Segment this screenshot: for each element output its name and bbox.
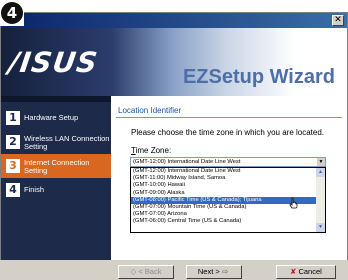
- instruction-text: Please choose the time zone in which you…: [131, 128, 325, 137]
- step-wireless-lan[interactable]: 2 Wireless LAN Connection Setting: [1, 130, 111, 154]
- step-label: Wireless LAN Connection Setting: [24, 134, 110, 151]
- scroll-down-icon[interactable]: ▼: [316, 223, 325, 232]
- time-zone-option[interactable]: (GMT-07:00) Arizona: [131, 211, 317, 218]
- title-bar: ✕: [1, 13, 347, 28]
- step-label: Internet Connection Setting: [24, 158, 90, 175]
- step-hardware-setup[interactable]: 1 Hardware Setup: [1, 106, 111, 130]
- scroll-up-icon[interactable]: ▲: [316, 168, 325, 177]
- cancel-button[interactable]: ✘ Cancel: [276, 265, 336, 279]
- time-zone-select[interactable]: (GMT-12:00) International Date Line West…: [130, 157, 326, 167]
- steps-sidebar: 1 Hardware Setup 2 Wireless LAN Connecti…: [1, 96, 111, 280]
- step-number-1: 1: [6, 111, 20, 125]
- step-number: 4: [6, 4, 18, 22]
- cancel-button-label: Cancel: [298, 267, 322, 276]
- list-scrollbar[interactable]: ▲ ▼: [316, 168, 325, 232]
- next-button[interactable]: Next > ⇨: [186, 265, 242, 279]
- step-finish[interactable]: 4 Finish: [1, 178, 111, 202]
- time-zone-option[interactable]: (GMT-12:00) International Date Line West: [131, 168, 317, 175]
- cancel-x-icon: ✘: [290, 267, 297, 276]
- hand-cursor-icon: [289, 197, 298, 209]
- section-title: Location Identifier: [118, 106, 182, 115]
- asus-logo: /ISUS: [6, 46, 101, 79]
- time-zone-option[interactable]: (GMT-06:00) Central Time (US & Canada): [131, 218, 317, 225]
- step-label: Hardware Setup: [24, 113, 79, 122]
- wizard-footer: ◇ < Back Next > ⇨ ✘ Cancel: [0, 260, 348, 280]
- main-panel: Location Identifier Please choose the ti…: [111, 96, 347, 280]
- wizard-title: EZSetup Wizard: [182, 66, 335, 88]
- time-zone-option[interactable]: (GMT-11:00) Midway Island, Samoa: [131, 175, 317, 182]
- step-number-4: 4: [6, 183, 20, 197]
- close-button[interactable]: ✕: [332, 15, 344, 26]
- back-arrow-icon: ◇: [130, 267, 137, 276]
- back-button-label: < Back: [138, 267, 162, 276]
- close-icon: ✕: [334, 15, 342, 25]
- time-zone-option[interactable]: (GMT-09:00) Alaska: [131, 190, 317, 197]
- next-button-label: Next >: [197, 267, 220, 276]
- dropdown-arrow-icon[interactable]: ▼: [317, 158, 325, 166]
- step-label: Finish: [24, 185, 45, 194]
- time-zone-label: Time Zone:: [131, 146, 171, 155]
- section-divider: [116, 117, 342, 118]
- time-zone-option[interactable]: (GMT-10:00) Hawaii: [131, 182, 317, 189]
- sidebar-divider: [1, 96, 111, 102]
- time-zone-label-text: ime Zone:: [135, 146, 172, 155]
- next-arrow-icon: ⇨: [221, 267, 229, 276]
- time-zone-selected-value: (GMT-12:00) International Date Line West: [133, 159, 241, 165]
- step-internet-connection[interactable]: 3 Internet Connection Setting: [1, 154, 111, 178]
- step-badge: 4: [0, 0, 24, 26]
- step-number-2: 2: [6, 135, 20, 149]
- header-banner: /ISUS EZSetup Wizard: [1, 28, 347, 96]
- back-button[interactable]: ◇ < Back: [118, 265, 174, 279]
- wizard-window: ✕ /ISUS EZSetup Wizard 1 Hardware Setup …: [0, 12, 348, 280]
- step-number-3: 3: [6, 159, 20, 173]
